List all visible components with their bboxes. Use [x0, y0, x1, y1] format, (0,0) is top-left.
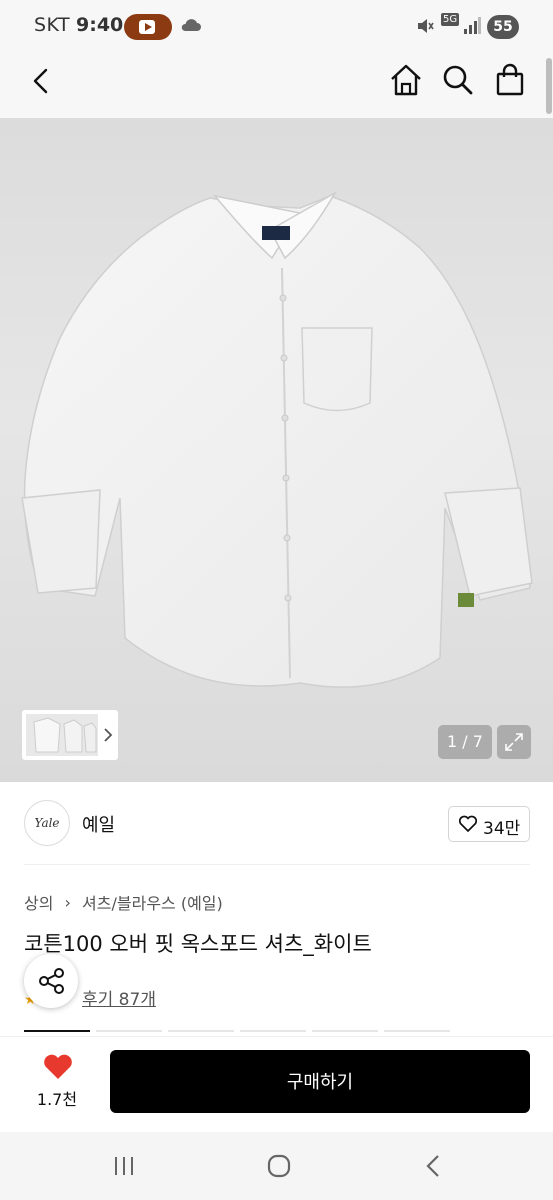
- network-label: 5G: [441, 13, 460, 26]
- buy-button[interactable]: 구매하기: [110, 1050, 530, 1113]
- brand-logo[interactable]: Yale: [24, 800, 70, 846]
- shopping-bag-icon[interactable]: [492, 62, 528, 98]
- search-icon[interactable]: [440, 62, 476, 98]
- gallery-pager: 1 / 7: [438, 725, 492, 759]
- expand-icon: [505, 733, 523, 751]
- section-tabs-indicator: [24, 1030, 452, 1032]
- share-button[interactable]: [24, 954, 78, 1008]
- home-icon[interactable]: [388, 62, 424, 98]
- back-button[interactable]: [28, 66, 56, 96]
- review-link[interactable]: 후기 87개: [82, 985, 156, 1010]
- carrier-label: SKT: [34, 14, 71, 36]
- product-title: 코튼100 오버 핏 옥스포드 셔츠_화이트: [24, 932, 372, 956]
- share-icon: [39, 968, 64, 994]
- shirt-illustration: [21, 190, 533, 688]
- mute-icon: [418, 19, 434, 33]
- chevron-right-icon[interactable]: [102, 727, 114, 743]
- product-image[interactable]: [0, 118, 553, 782]
- home-nav-icon[interactable]: [266, 1153, 292, 1179]
- top-app-bar: [0, 52, 553, 118]
- divider: [24, 864, 530, 865]
- status-bar: SKT 9:40 5G 55: [0, 0, 553, 52]
- wishlist-count: 1.7천: [36, 1090, 78, 1109]
- back-nav-icon[interactable]: [423, 1153, 443, 1179]
- breadcrumb-item-category[interactable]: 상의: [24, 894, 53, 913]
- recents-icon[interactable]: [112, 1154, 136, 1178]
- page-scrollbar[interactable]: [546, 58, 552, 114]
- cloud-icon: [181, 19, 201, 31]
- breadcrumb-separator-icon: ›: [64, 892, 71, 912]
- brand-name[interactable]: 예일: [82, 811, 115, 837]
- thumbnail-image: [26, 714, 98, 756]
- youtube-icon: [124, 14, 172, 40]
- breadcrumb-item-subcategory[interactable]: 셔츠/블라우스 (예일): [82, 894, 223, 913]
- breadcrumb: 상의 › 셔츠/블라우스 (예일): [24, 890, 223, 914]
- heart-outline-icon: [458, 815, 478, 832]
- signal-icon: [464, 17, 481, 34]
- wishlist-heart-icon[interactable]: [42, 1053, 74, 1081]
- expand-button[interactable]: [497, 725, 531, 759]
- clock: 9:40: [76, 14, 124, 36]
- battery-badge: 55: [487, 15, 519, 39]
- brand-like-count: 34만: [483, 819, 521, 839]
- gallery-thumbnail-strip[interactable]: [22, 710, 118, 760]
- system-nav-bar: [0, 1132, 553, 1200]
